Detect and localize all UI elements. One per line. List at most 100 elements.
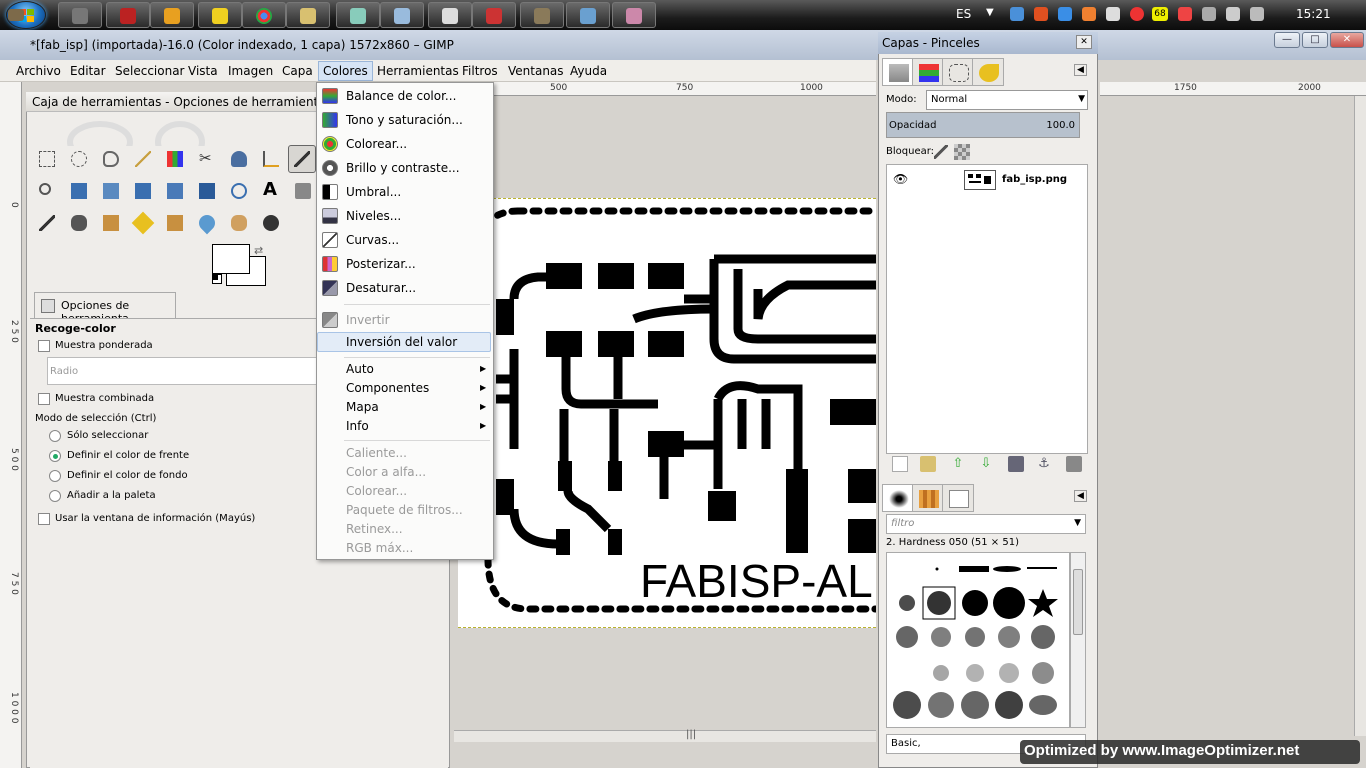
cloud-icon[interactable] [1106,7,1120,21]
menu-item-desaturate[interactable]: Desaturar... [346,281,416,295]
new-layer-icon[interactable] [892,456,908,472]
sample-merged-checkbox[interactable] [38,393,50,405]
new-layer-group-icon[interactable] [920,456,936,472]
taskbar-gimp[interactable] [520,2,564,28]
menu-item-filter-pack[interactable]: Paquete de filtros... [346,503,463,517]
scissors-tool[interactable]: ✂ [195,147,219,171]
heal-tool[interactable] [131,211,155,235]
free-select-tool[interactable] [99,147,123,171]
dropbox-icon[interactable] [1058,7,1072,21]
swap-colors-icon[interactable]: ⇄ [254,244,263,257]
layer-mode-select[interactable]: Normal ▼ [926,90,1088,110]
tray-app-icon[interactable] [1178,7,1192,21]
zoom-tool[interactable] [35,179,59,203]
scroll-grip-icon[interactable]: ||| [686,729,696,740]
opacity-slider[interactable]: Opacidad 100.0 [886,112,1080,138]
menu-item-posterize[interactable]: Posterizar... [346,257,416,271]
menu-item-value-invert[interactable]: Inversión del valor [346,335,457,349]
lock-alpha-icon[interactable] [954,144,970,160]
menu-vista[interactable]: Vista [188,64,218,78]
airbrush-tool[interactable] [67,211,91,235]
language-indicator[interactable]: ES [956,7,971,21]
menu-item-info[interactable]: Info [346,419,369,433]
clock[interactable]: 15:21 [1296,7,1331,21]
measure-tool[interactable] [67,179,91,203]
taskbar-explorer[interactable] [286,2,330,28]
clone-tool[interactable] [99,211,123,235]
tab-gradients[interactable] [942,484,974,512]
raise-layer-icon[interactable]: ⇧ [950,456,966,472]
menu-item-threshold[interactable]: Umbral... [346,185,401,199]
perspective-clone-tool[interactable] [163,211,187,235]
pick-mode-radio-set-bg[interactable] [49,470,61,482]
menu-imagen[interactable]: Imagen [228,64,273,78]
radius-slider[interactable]: Radio [47,357,317,385]
taskbar-app-8[interactable] [380,2,424,28]
menu-ventanas[interactable]: Ventanas [508,64,564,78]
tab-layers[interactable] [882,58,914,86]
default-colors-icon[interactable] [212,274,222,284]
menu-item-balance-color[interactable]: Balance de color... [346,89,456,103]
menu-item-levels[interactable]: Niveles... [346,209,401,223]
dock-menu-button[interactable]: ◀ [1074,64,1087,76]
select-by-color-tool[interactable] [163,147,187,171]
foreground-select-tool[interactable] [227,147,251,171]
taskbar-app-13[interactable] [612,2,656,28]
menu-item-colorify[interactable]: Colorear... [346,484,407,498]
foreground-color-swatch[interactable] [212,244,250,274]
menu-editar[interactable]: Editar [70,64,106,78]
menu-item-auto[interactable]: Auto [346,362,374,376]
menu-capa[interactable]: Capa [282,64,313,78]
taskbar-app-3[interactable] [150,2,194,28]
fuzzy-select-tool[interactable] [131,147,155,171]
menu-item-retinex[interactable]: Retinex... [346,522,403,536]
lock-pixels-icon[interactable] [934,145,948,159]
minimize-button[interactable]: — [1274,32,1300,48]
menu-herramientas[interactable]: Herramientas [377,64,459,78]
menu-colores[interactable]: Colores [318,61,373,81]
menu-item-curves[interactable]: Curvas... [346,233,399,247]
menu-item-colorize[interactable]: Colorear... [346,137,407,151]
mail-icon[interactable] [1130,7,1144,21]
cage-tool[interactable] [227,179,251,203]
menu-item-components[interactable]: Componentes [346,381,429,395]
menu-item-hot[interactable]: Caliente... [346,446,407,460]
horizontal-ruler[interactable]: 500 750 1000 [454,82,876,96]
window-titlebar[interactable]: *[fab_isp] (importada)-16.0 (Color index… [0,30,1366,60]
paths-tool[interactable] [259,147,283,171]
dodge-burn-tool[interactable] [259,211,283,235]
dock-titlebar[interactable]: Capas - Pinceles [878,32,1098,54]
vertical-scrollbar[interactable] [1354,96,1366,736]
tray-app-icon[interactable] [1082,7,1096,21]
blur-tool[interactable] [195,211,219,235]
device-icon[interactable] [1202,7,1216,21]
tray-badge[interactable]: 68 [1152,7,1168,21]
vertical-ruler[interactable]: 0 2 5 0 5 0 0 7 5 0 1 0 0 0 [0,82,22,768]
color-picker-tool[interactable] [288,145,316,173]
volume-icon[interactable] [1250,7,1264,21]
network-icon[interactable] [1226,7,1240,21]
pick-mode-radio-set-fg[interactable] [49,450,61,462]
taskbar-app-12[interactable] [566,2,610,28]
tab-tool-options[interactable]: Opciones de herramienta [34,292,176,325]
brush-filter-input[interactable]: filtro ▼ [886,514,1086,534]
layer-name[interactable]: fab_isp.png [1002,174,1067,185]
cloud-icon[interactable] [1010,7,1024,21]
taskbar-app-4[interactable] [198,2,242,28]
canvas-area-right[interactable] [1098,96,1366,730]
taskbar-chrome[interactable] [242,2,286,28]
smudge-tool[interactable] [227,211,251,235]
scroll-thumb[interactable] [1073,569,1083,635]
menu-seleccionar[interactable]: Seleccionar [115,64,184,78]
bucket-fill-tool[interactable] [291,179,315,203]
delete-layer-icon[interactable] [1066,456,1082,472]
duplicate-layer-icon[interactable] [1008,456,1024,472]
lower-layer-icon[interactable]: ⇩ [978,456,994,472]
tab-brushes[interactable] [882,484,914,512]
tab-undo[interactable] [972,58,1004,86]
taskbar-app-10[interactable] [472,2,516,28]
menu-item-hue-saturation[interactable]: Tono y saturación... [346,113,463,127]
pick-mode-radio-pick-only[interactable] [49,430,61,442]
brush-grid[interactable] [886,552,1070,728]
close-button[interactable]: ✕ [1330,32,1364,48]
